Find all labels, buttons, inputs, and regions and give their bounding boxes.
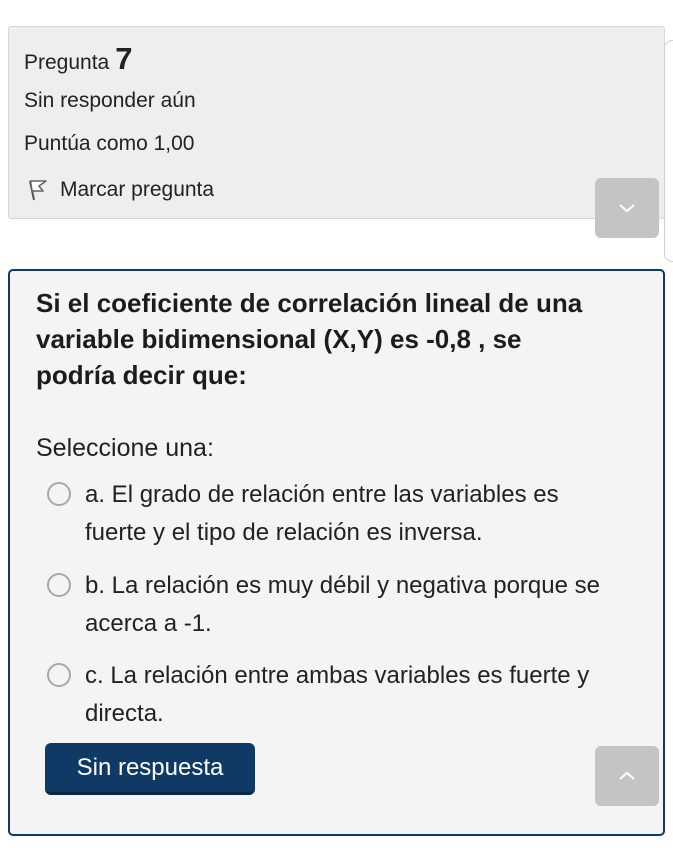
side-drawer-edge[interactable] bbox=[664, 40, 673, 262]
answer-option-label: a. El grado de relación entre las variab… bbox=[85, 481, 559, 546]
question-text: Si el coeficiente de correlación lineal … bbox=[36, 288, 583, 390]
question-score: Puntúa como 1,00 bbox=[24, 132, 195, 155]
scroll-to-top-button[interactable] bbox=[595, 746, 659, 806]
clear-answer-button[interactable]: Sin respuesta bbox=[45, 743, 255, 795]
question-label: Pregunta bbox=[24, 51, 110, 74]
chevron-down-icon bbox=[619, 204, 635, 213]
flag-question-label: Marcar pregunta bbox=[60, 178, 215, 201]
radio-button[interactable] bbox=[47, 573, 71, 597]
radio-button[interactable] bbox=[47, 482, 71, 506]
radio-button[interactable] bbox=[47, 663, 71, 687]
question-card: Si el coeficiente de correlación lineal … bbox=[8, 269, 665, 836]
question-heading: Pregunta 7 bbox=[24, 41, 132, 77]
answer-option-label: b. La relación es muy débil y negativa p… bbox=[85, 572, 600, 637]
expand-button[interactable] bbox=[595, 178, 659, 238]
answer-option-c[interactable]: c. La relación entre ambas variables es … bbox=[47, 657, 607, 733]
flag-icon bbox=[29, 180, 47, 201]
question-number: 7 bbox=[115, 41, 133, 76]
answer-option-a[interactable]: a. El grado de relación entre las variab… bbox=[47, 476, 607, 552]
chevron-up-icon bbox=[619, 771, 635, 780]
answer-option-label: c. La relación entre ambas variables es … bbox=[85, 662, 590, 727]
flag-question-link[interactable]: Marcar pregunta bbox=[24, 177, 214, 203]
answer-option-b[interactable]: b. La relación es muy débil y negativa p… bbox=[47, 567, 607, 643]
select-one-prompt: Seleccione una: bbox=[36, 434, 214, 462]
question-status: Sin responder aún bbox=[24, 89, 196, 112]
question-info-panel: Pregunta 7 Sin responder aún Puntúa como… bbox=[8, 26, 665, 219]
